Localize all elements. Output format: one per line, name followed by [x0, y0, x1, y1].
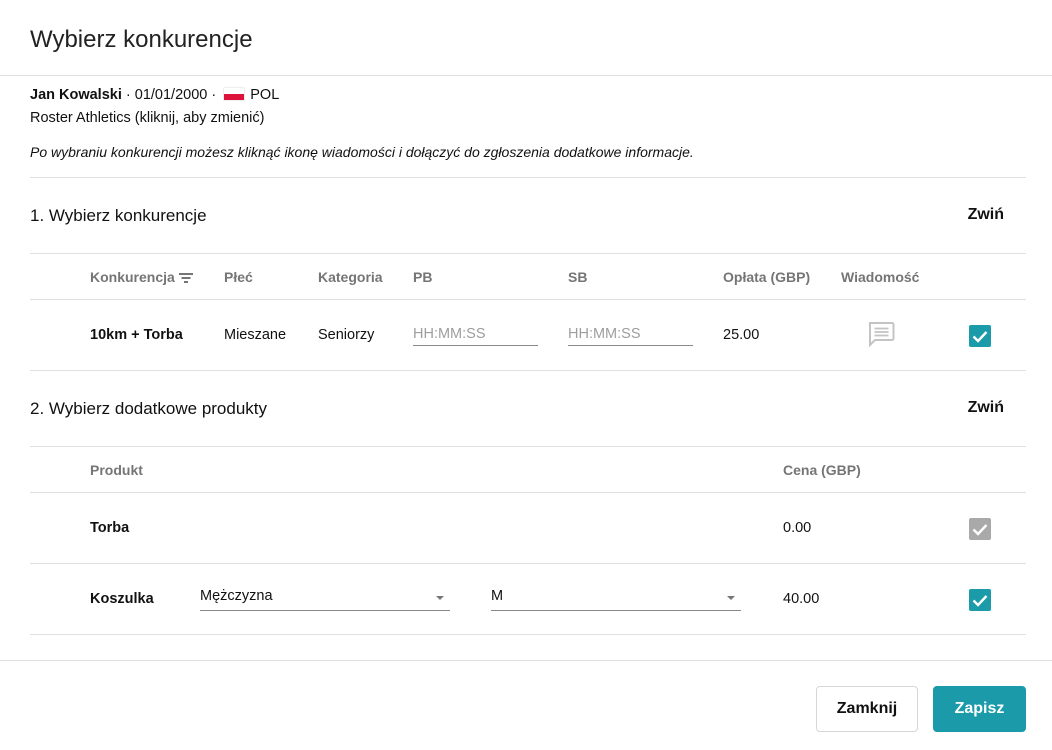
poland-flag-icon	[224, 88, 245, 100]
message-column-header: Wiadomość	[841, 269, 920, 285]
events-collapse-button[interactable]: Zwiń	[968, 206, 1004, 224]
category-column-header: Kategoria	[318, 269, 383, 285]
athlete-country: POL	[250, 87, 280, 103]
divider	[30, 446, 1026, 447]
events-section-title: 1. Wybierz konkurencje	[30, 206, 207, 225]
fee-column-header: Opłata (GBP)	[723, 269, 811, 285]
price-column-header: Cena (GBP)	[783, 462, 861, 478]
product-price: 0.00	[783, 520, 812, 536]
pb-column-header: PB	[413, 269, 433, 285]
sort-icon[interactable]	[178, 272, 193, 284]
check-icon	[972, 594, 988, 607]
gender-select-value: Mężczyzna	[200, 588, 273, 604]
close-button[interactable]: Zamknij	[816, 686, 918, 732]
product-column-header: Produkt	[90, 462, 143, 478]
info-text: Po wybraniu konkurencji możesz kliknąć i…	[30, 144, 694, 160]
dropdown-arrow-icon	[436, 596, 444, 600]
sb-column-header: SB	[568, 269, 588, 285]
athlete-info: Jan Kowalski · 01/01/2000 · POL	[30, 87, 280, 103]
product-price: 40.00	[783, 591, 820, 607]
product-checkbox	[969, 518, 991, 540]
event-fee: 25.00	[723, 327, 760, 343]
sb-input[interactable]	[568, 322, 693, 346]
event-column-header[interactable]: Konkurencja	[90, 269, 193, 285]
check-icon	[972, 523, 988, 536]
size-select[interactable]: M	[491, 585, 741, 611]
divider	[30, 563, 1026, 564]
divider	[0, 660, 1052, 661]
pb-input[interactable]	[413, 322, 538, 346]
event-category: Seniorzy	[318, 327, 375, 343]
divider	[0, 75, 1052, 76]
products-collapse-button[interactable]: Zwiń	[968, 399, 1004, 417]
divider	[30, 253, 1026, 254]
event-name: 10km + Torba	[90, 327, 183, 343]
product-checkbox[interactable]	[969, 589, 991, 611]
products-section-title: 2. Wybierz dodatkowe produkty	[30, 399, 268, 418]
divider	[30, 177, 1026, 178]
event-gender: Mieszane	[224, 327, 287, 343]
size-select-value: M	[491, 588, 504, 604]
athlete-name: Jan Kowalski	[30, 87, 122, 103]
product-name: Koszulka	[90, 591, 154, 607]
check-icon	[972, 330, 988, 343]
save-button[interactable]: Zapisz	[933, 686, 1026, 732]
dropdown-arrow-icon	[727, 596, 735, 600]
chat-bubble-icon[interactable]	[867, 321, 895, 347]
dialog-title: Wybierz konkurencje	[30, 26, 253, 53]
club-link[interactable]: Roster Athletics (kliknij, aby zmienić)	[30, 110, 265, 126]
event-checkbox[interactable]	[969, 325, 991, 347]
gender-column-header: Płeć	[224, 269, 253, 285]
divider	[30, 634, 1026, 635]
gender-select[interactable]: Mężczyzna	[200, 585, 450, 611]
divider	[30, 492, 1026, 493]
product-name: Torba	[90, 520, 130, 536]
divider	[30, 370, 1026, 371]
athlete-dob: 01/01/2000	[134, 87, 208, 103]
divider	[30, 299, 1026, 300]
